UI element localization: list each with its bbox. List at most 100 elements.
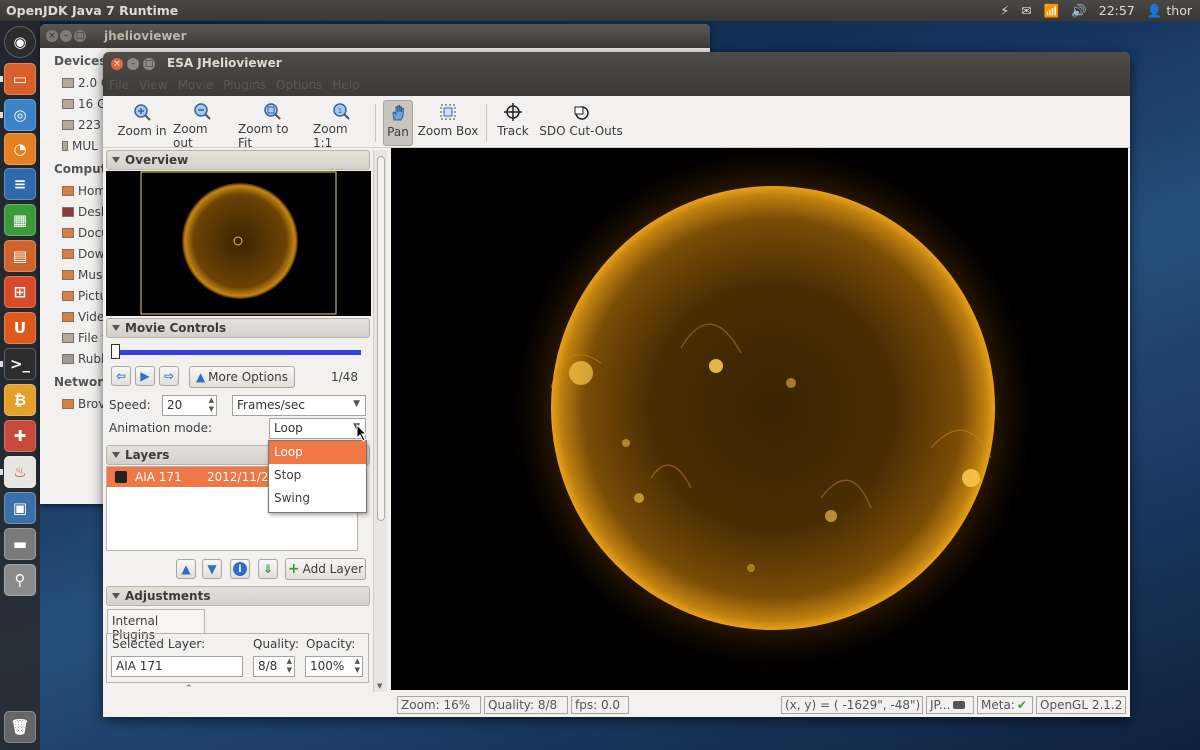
- dash-icon[interactable]: ◉: [4, 26, 36, 58]
- sidebar-item[interactable]: Rubb: [50, 348, 110, 369]
- movie-controls-header[interactable]: Movie Controls: [106, 318, 370, 338]
- sidebar-item[interactable]: Vide: [50, 306, 110, 327]
- writer-icon[interactable]: ≡: [4, 168, 36, 200]
- menu-options[interactable]: Options: [276, 78, 322, 92]
- adjustments-header[interactable]: Adjustments: [106, 586, 370, 606]
- zoom-in-button[interactable]: Zoom in: [117, 100, 167, 146]
- maximize-icon[interactable]: □: [74, 30, 86, 42]
- move-layer-down-button[interactable]: ▼: [202, 559, 222, 579]
- zoom-out-button[interactable]: Zoom out: [173, 100, 231, 150]
- software-center-icon[interactable]: ⊞: [4, 276, 36, 308]
- layer-info-button[interactable]: i: [230, 559, 250, 579]
- chromium-icon[interactable]: ◎: [4, 99, 36, 131]
- minimize-icon[interactable]: –: [60, 30, 72, 42]
- sidebar-item[interactable]: 16 G: [50, 93, 110, 114]
- workspaces-icon[interactable]: ▣: [4, 492, 36, 524]
- sidebar-item[interactable]: Musi: [50, 264, 110, 285]
- step-forward-button[interactable]: ⇨: [159, 366, 179, 386]
- spinner-arrows-icon[interactable]: ▲ ▼: [355, 657, 360, 675]
- sidebar-item[interactable]: 2.0 G: [50, 72, 110, 93]
- menu-help[interactable]: Help: [332, 78, 359, 92]
- pan-button[interactable]: Pan: [383, 100, 413, 146]
- sidebar-item[interactable]: Docu: [50, 222, 110, 243]
- quality-spinner[interactable]: 8/8 ▲ ▼: [253, 656, 295, 677]
- sidebar-item[interactable]: Pictu: [50, 285, 110, 306]
- sidebar-item[interactable]: Hom: [50, 180, 110, 201]
- menu-movie[interactable]: Movie: [178, 78, 214, 92]
- spinner-arrows-icon[interactable]: ▲ ▼: [287, 657, 292, 675]
- close-icon[interactable]: ×: [46, 30, 58, 42]
- settings-icon[interactable]: ✚: [4, 420, 36, 452]
- zoom-box-button[interactable]: Zoom Box: [417, 100, 479, 146]
- more-options-button[interactable]: ▲ More Options: [189, 366, 295, 388]
- left-panel-scrollbar[interactable]: ▼: [373, 150, 387, 692]
- network-activity-icon[interactable]: ⚡: [1000, 3, 1009, 18]
- wifi-icon[interactable]: 📶: [1044, 3, 1060, 19]
- chevron-up-icon[interactable]: ⌃: [185, 684, 193, 694]
- selected-layer-field[interactable]: AIA 171: [111, 656, 243, 677]
- menu-view[interactable]: View: [139, 78, 167, 92]
- timeline-track[interactable]: [115, 350, 361, 355]
- mail-icon[interactable]: ✉: [1021, 3, 1031, 18]
- clock[interactable]: 22:57: [1099, 3, 1135, 18]
- overview-panel[interactable]: [106, 171, 371, 316]
- dropdown-option-stop[interactable]: Stop: [269, 464, 366, 487]
- scrollbar-thumb[interactable]: [377, 156, 385, 521]
- back-window-titlebar[interactable]: jhelioviewer: [40, 24, 710, 48]
- files-icon[interactable]: ▭: [4, 63, 36, 95]
- sidebar-item[interactable]: Dow: [50, 243, 110, 264]
- scroll-down-icon[interactable]: ▼: [377, 682, 382, 690]
- user-icon[interactable]: 👤: [1147, 3, 1163, 19]
- menu-plugins[interactable]: Plugins: [223, 78, 266, 92]
- dropdown-option-swing[interactable]: Swing: [269, 487, 366, 510]
- arrow-left-icon: ⇦: [115, 369, 127, 383]
- trash-icon[interactable]: 🗑: [4, 711, 36, 743]
- sun-image: [503, 148, 1043, 678]
- usb-icon[interactable]: ⚲: [4, 564, 36, 596]
- track-button[interactable]: Track: [496, 100, 530, 146]
- main-image-view[interactable]: [391, 148, 1128, 690]
- sidebar-item[interactable]: File S: [50, 327, 110, 348]
- bitcoin-icon[interactable]: ₿: [4, 384, 36, 416]
- sidebar-item[interactable]: MUL: [50, 135, 110, 156]
- calc-icon[interactable]: ▦: [4, 204, 36, 236]
- download-layer-button[interactable]: ⇓: [258, 559, 278, 579]
- volume-icon[interactable]: 🔊: [1071, 3, 1087, 19]
- firefox-icon[interactable]: ◔: [4, 133, 36, 165]
- sdo-cutouts-button[interactable]: SDO Cut-Outs: [538, 100, 624, 146]
- toolbar: Zoom in Zoom out Zoom to Fit 1 Zoom 1:1 …: [103, 96, 1130, 150]
- sidebar-item[interactable]: Desk: [50, 201, 110, 222]
- dropdown-option-loop[interactable]: Loop: [269, 441, 366, 464]
- speed-unit-select[interactable]: Frames/sec ▼: [232, 395, 366, 416]
- ubuntu-one-icon[interactable]: U: [4, 312, 36, 344]
- menu-file[interactable]: File: [109, 78, 129, 92]
- play-button[interactable]: ▶: [135, 366, 155, 386]
- drive-icon[interactable]: ▬: [4, 528, 36, 560]
- speed-spinner[interactable]: 20 ▲ ▼: [162, 395, 217, 416]
- status-meta[interactable]: Meta: ✔: [977, 696, 1033, 714]
- main-titlebar[interactable]: × – □ ESA JHelioviewer File View Movie P…: [103, 52, 1130, 96]
- add-layer-button[interactable]: + Add Layer: [285, 558, 366, 580]
- terminal-icon[interactable]: >_: [4, 348, 36, 380]
- java-icon[interactable]: ♨: [4, 456, 36, 488]
- move-layer-up-button[interactable]: ▲: [176, 559, 196, 579]
- impress-icon[interactable]: ▤: [4, 240, 36, 272]
- zoom-fit-button[interactable]: Zoom to Fit: [238, 100, 306, 150]
- sidebar-item[interactable]: Brov: [50, 393, 110, 414]
- sidebar-item[interactable]: 223 G: [50, 114, 110, 135]
- user-name[interactable]: thor: [1166, 3, 1192, 18]
- usb-drive-icon: [62, 140, 68, 151]
- timeline-slider-handle[interactable]: [111, 344, 120, 359]
- tab-internal-plugins[interactable]: Internal Plugins: [107, 609, 205, 642]
- zoom-1-1-button[interactable]: 1 Zoom 1:1: [313, 100, 369, 150]
- opacity-spinner[interactable]: 100% ▲ ▼: [305, 656, 363, 677]
- step-back-button[interactable]: ⇦: [111, 366, 131, 386]
- animation-mode-select[interactable]: Loop▼: [269, 418, 366, 439]
- close-icon[interactable]: ×: [111, 58, 123, 70]
- minimize-icon[interactable]: –: [127, 58, 139, 70]
- overview-header[interactable]: Overview: [106, 150, 370, 170]
- status-jpip[interactable]: JP...: [926, 696, 974, 714]
- maximize-icon[interactable]: □: [143, 58, 155, 70]
- spinner-arrows-icon[interactable]: ▲ ▼: [209, 396, 214, 414]
- frame-counter: 1/48: [331, 370, 358, 384]
